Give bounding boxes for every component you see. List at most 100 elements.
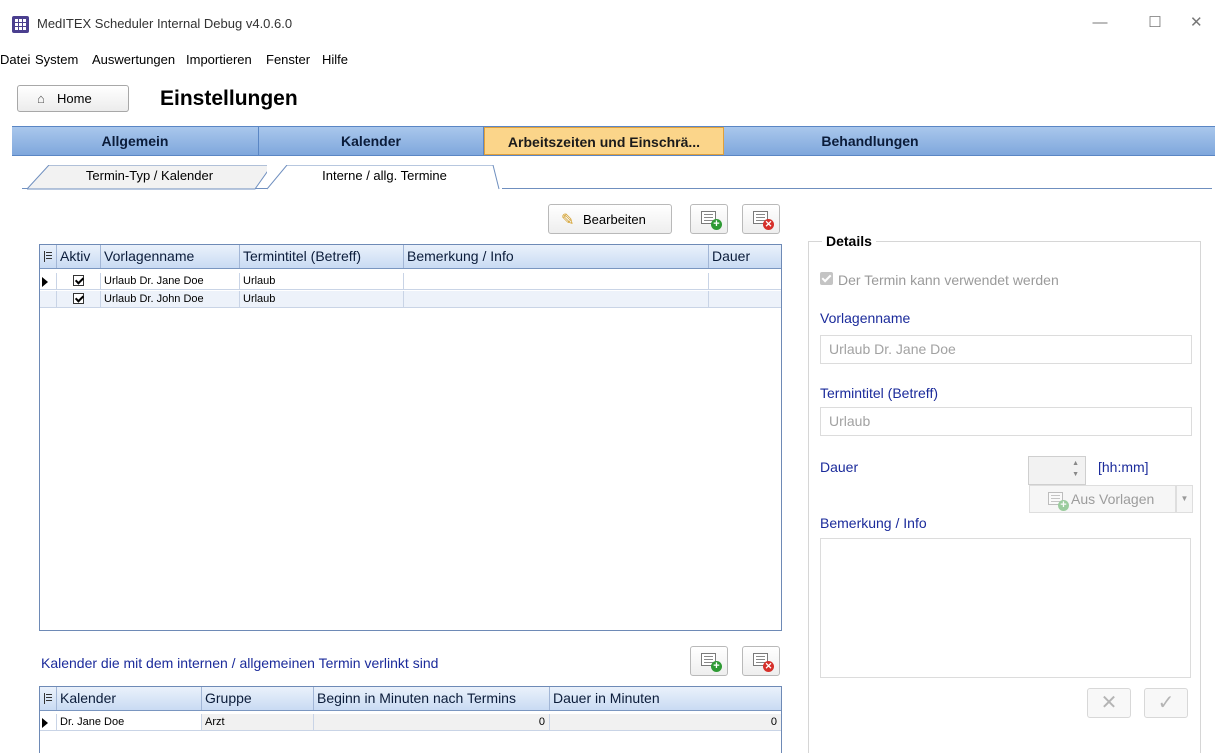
spinner-down-icon[interactable]: ▼ xyxy=(1072,471,1079,478)
app-calendar-icon xyxy=(12,16,29,33)
close-window-button[interactable]: ✕ xyxy=(1190,10,1215,36)
col-kalender[interactable]: Kalender xyxy=(57,687,202,710)
home-icon: ⌂ xyxy=(37,91,45,106)
edit-button[interactable]: ✎ Bearbeiten xyxy=(548,204,672,234)
save-button[interactable]: ✓ xyxy=(1144,688,1188,718)
delete-calendar-link-button[interactable]: ✕ xyxy=(742,646,780,676)
title-bar: MedITEX Scheduler Internal Debug v4.0.6.… xyxy=(0,0,1215,46)
row-indicator xyxy=(40,273,57,289)
tab-behandlungen[interactable]: Behandlungen xyxy=(724,127,1016,155)
active-checkbox[interactable] xyxy=(73,293,84,304)
active-cell[interactable] xyxy=(57,273,101,289)
templates-grid-header: Aktiv Vorlagenname Termintitel (Betreff)… xyxy=(40,245,781,269)
templates-grid: Aktiv Vorlagenname Termintitel (Betreff)… xyxy=(39,244,782,631)
subtab-termin-typ-kalender[interactable]: Termin-Typ / Kalender xyxy=(27,165,272,190)
template-name-field[interactable]: Urlaub Dr. Jane Doe xyxy=(820,335,1192,364)
add-template-button[interactable]: + xyxy=(690,204,728,234)
tab-allgemein[interactable]: Allgemein xyxy=(12,127,259,155)
menu-datei[interactable]: Datei xyxy=(0,52,30,67)
subject-cell: Urlaub xyxy=(240,291,404,307)
subject-cell: Urlaub xyxy=(240,273,404,289)
page-title: Einstellungen xyxy=(160,87,298,110)
add-document-icon: + xyxy=(1048,492,1069,511)
active-checkbox[interactable] xyxy=(73,275,84,286)
usable-checkbox[interactable] xyxy=(820,272,833,285)
add-document-icon: + xyxy=(701,211,722,230)
delete-document-icon: ✕ xyxy=(753,211,774,230)
subject-label: Termintitel (Betreff) xyxy=(820,385,938,401)
details-title: Details xyxy=(822,233,876,249)
calendar-cell: Dr. Jane Doe xyxy=(57,714,202,730)
subtab-termin-typ-label: Termin-Typ / Kalender xyxy=(85,168,214,183)
duration-cell xyxy=(709,273,781,289)
template-name-cell: Urlaub Dr. John Doe xyxy=(101,291,240,307)
begin-cell[interactable]: 0 xyxy=(314,714,550,730)
minimize-button[interactable]: — xyxy=(1080,10,1120,36)
from-templates-dropdown-icon[interactable]: ▼ xyxy=(1176,485,1193,513)
home-button[interactable]: ⌂ Home xyxy=(17,85,129,112)
tab-kalender[interactable]: Kalender xyxy=(259,127,484,155)
menu-system[interactable]: System xyxy=(35,52,78,67)
template-name-cell: Urlaub Dr. Jane Doe xyxy=(101,273,240,289)
column-chooser-icon xyxy=(44,251,52,262)
active-cell[interactable] xyxy=(57,291,101,307)
linked-calendars-label: Kalender die mit dem internen / allgemei… xyxy=(41,655,439,671)
sub-tab-bar: Termin-Typ / Kalender Interne / allg. Te… xyxy=(12,158,1215,190)
table-row[interactable]: Dr. Jane Doe Arzt 0 0 xyxy=(40,714,781,731)
add-calendar-link-button[interactable]: + xyxy=(690,646,728,676)
main-tab-bar: Allgemein Kalender Arbeitszeiten und Ein… xyxy=(12,126,1215,156)
column-chooser-icon xyxy=(44,693,52,704)
duration-cell xyxy=(709,291,781,307)
col-gruppe[interactable]: Gruppe xyxy=(202,687,314,710)
from-templates-button[interactable]: + Aus Vorlagen xyxy=(1029,485,1176,513)
column-chooser[interactable] xyxy=(40,245,57,268)
note-label: Bemerkung / Info xyxy=(820,515,927,531)
subtab-interne-termine[interactable]: Interne / allg. Termine xyxy=(267,165,502,190)
duration-unit: [hh:mm] xyxy=(1098,459,1149,475)
table-row[interactable]: Urlaub Dr. John Doe Urlaub xyxy=(40,291,781,308)
edit-button-label: Bearbeiten xyxy=(583,212,646,227)
row-selector-arrow-icon xyxy=(42,277,48,287)
delete-document-icon: ✕ xyxy=(753,653,774,672)
row-selector-arrow-icon xyxy=(42,718,48,728)
menu-importieren[interactable]: Importieren xyxy=(186,52,252,67)
col-vorlagenname[interactable]: Vorlagenname xyxy=(101,245,240,268)
spinner-up-icon[interactable]: ▲ xyxy=(1072,460,1079,467)
menu-auswertungen[interactable]: Auswertungen xyxy=(92,52,175,67)
note-cell xyxy=(404,273,709,289)
col-dauer[interactable]: Dauer xyxy=(709,245,781,268)
cancel-button[interactable]: ✕ xyxy=(1087,688,1131,718)
group-cell: Arzt xyxy=(202,714,314,730)
window-title: MedITEX Scheduler Internal Debug v4.0.6.… xyxy=(37,16,293,31)
subject-field[interactable]: Urlaub xyxy=(820,407,1192,436)
col-dauer-minuten[interactable]: Dauer in Minuten xyxy=(550,687,781,710)
note-cell xyxy=(404,291,709,307)
calendar-grid-header: Kalender Gruppe Beginn in Minuten nach T… xyxy=(40,687,781,711)
tab-arbeitszeiten[interactable]: Arbeitszeiten und Einschrä... xyxy=(484,127,724,155)
column-chooser[interactable] xyxy=(40,687,57,710)
col-aktiv[interactable]: Aktiv xyxy=(57,245,101,268)
note-textarea[interactable] xyxy=(820,538,1191,678)
row-indicator xyxy=(40,714,57,730)
calendar-grid: Kalender Gruppe Beginn in Minuten nach T… xyxy=(39,686,782,753)
usable-checkbox-label: Der Termin kann verwendet werden xyxy=(838,272,1059,288)
delete-template-button[interactable]: ✕ xyxy=(742,204,780,234)
duration-spinner[interactable]: ▲ ▼ xyxy=(1028,456,1086,485)
menu-bar: Datei System Auswertungen Importieren Fe… xyxy=(0,50,1215,72)
from-templates-label: Aus Vorlagen xyxy=(1071,491,1155,507)
subtab-interne-label: Interne / allg. Termine xyxy=(322,168,447,183)
maximize-button[interactable]: ☐ xyxy=(1135,10,1175,36)
menu-hilfe[interactable]: Hilfe xyxy=(322,52,348,67)
add-document-icon: + xyxy=(701,653,722,672)
col-bemerkung[interactable]: Bemerkung / Info xyxy=(404,245,709,268)
template-name-label: Vorlagenname xyxy=(820,310,911,326)
duration-label: Dauer xyxy=(820,459,859,475)
col-termintitel[interactable]: Termintitel (Betreff) xyxy=(240,245,404,268)
home-button-label: Home xyxy=(57,91,92,106)
pencil-icon: ✎ xyxy=(561,212,575,229)
duration-minutes-cell[interactable]: 0 xyxy=(550,714,781,730)
row-indicator xyxy=(40,291,57,307)
col-beginn[interactable]: Beginn in Minuten nach Termins xyxy=(314,687,550,710)
menu-fenster[interactable]: Fenster xyxy=(266,52,310,67)
table-row[interactable]: Urlaub Dr. Jane Doe Urlaub xyxy=(40,273,781,290)
